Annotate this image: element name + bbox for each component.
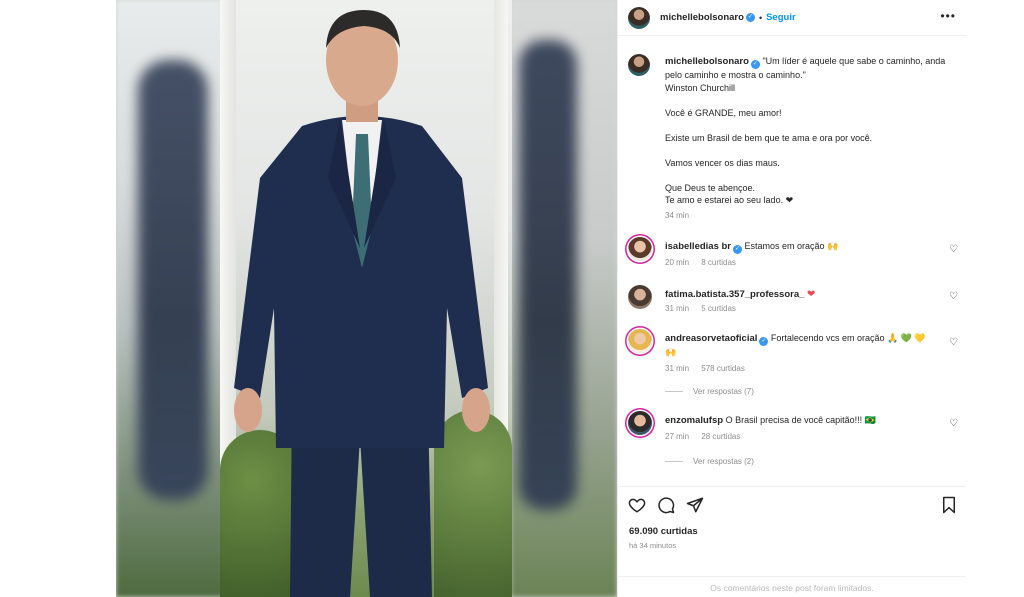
comment-time: 27 min xyxy=(665,432,690,441)
likes-count[interactable]: 69.090 curtidas xyxy=(629,526,698,537)
verified-icon: ✓ xyxy=(733,245,743,254)
caption-line: Que Deus te abençoe. xyxy=(665,182,756,193)
save-icon[interactable] xyxy=(940,496,958,514)
commenter-avatar[interactable] xyxy=(628,237,652,261)
verified-icon: ✓ xyxy=(750,60,760,69)
comment-body: isabelledias br ✓ Estamos em oração 🙌 xyxy=(665,240,935,254)
view-replies-label[interactable]: Ver respostas (2) xyxy=(693,457,754,466)
comment-like-heart-icon[interactable]: ♡ xyxy=(949,418,958,429)
caption-time: 34 min xyxy=(665,210,690,220)
photo-blur-left xyxy=(116,0,226,597)
comment-meta: 31 min 578 curtidas xyxy=(665,364,755,373)
man-in-suit-figure xyxy=(234,10,490,597)
commenter-avatar[interactable] xyxy=(628,285,652,309)
comment-likes[interactable]: 28 curtidas xyxy=(701,432,740,441)
caption-line: Te amo e estarei ao seu lado. ❤ xyxy=(665,195,794,205)
post-side-panel: michellebolsonaro ✓ • Seguir ••• michell… xyxy=(617,0,966,597)
commenter-username[interactable]: fatima.batista.357_professora_ xyxy=(665,289,804,300)
follow-button[interactable]: Seguir xyxy=(766,12,796,23)
view-replies-button[interactable]: Ver respostas (7) xyxy=(665,387,754,396)
more-options-icon[interactable]: ••• xyxy=(940,10,956,22)
commenter-avatar[interactable] xyxy=(628,329,652,353)
verified-icon: ✓ xyxy=(745,13,755,22)
comment-like-heart-icon[interactable]: ♡ xyxy=(949,291,958,302)
comment-likes[interactable]: 8 curtidas xyxy=(701,258,736,267)
comments-limited-notice: Os comentários neste post foram limitado… xyxy=(618,576,966,593)
comment-like-heart-icon[interactable]: ♡ xyxy=(949,244,958,255)
verified-icon: ✓ xyxy=(759,337,769,346)
view-replies-button[interactable]: Ver respostas (2) xyxy=(665,457,754,466)
caption-author-avatar[interactable] xyxy=(628,54,650,76)
commenter-username[interactable]: isabelledias br xyxy=(665,241,731,252)
view-replies-label[interactable]: Ver respostas (7) xyxy=(693,387,754,396)
replies-line xyxy=(665,391,683,392)
comment-meta: 27 min 28 curtidas xyxy=(665,432,750,441)
like-icon[interactable] xyxy=(628,496,646,514)
separator-dot: • xyxy=(758,12,763,23)
comment-likes[interactable]: 578 curtidas xyxy=(701,364,745,373)
photo-blur-right xyxy=(511,0,617,597)
comment-body: fatima.batista.357_professora_ ❤ xyxy=(665,288,935,301)
caption-author-username[interactable]: michellebolsonaro xyxy=(665,56,749,67)
post-actions: 69.090 curtidas há 34 minutos Os comentá… xyxy=(618,486,966,597)
caption-line: Existe um Brasil de bem que te ama e ora… xyxy=(665,132,873,143)
action-icons xyxy=(628,496,704,514)
comment-meta: 20 min 8 curtidas xyxy=(665,258,746,267)
replies-line xyxy=(665,461,683,462)
commenter-avatar[interactable] xyxy=(628,411,652,435)
author-username[interactable]: michellebolsonaro xyxy=(660,12,744,23)
comment-time: 31 min xyxy=(665,364,690,373)
comment-text: ❤ xyxy=(806,289,816,300)
comment-icon[interactable] xyxy=(657,496,675,514)
caption-line: Você é GRANDE, meu amor! xyxy=(665,107,782,118)
author-avatar[interactable] xyxy=(628,6,650,29)
comment-like-heart-icon[interactable]: ♡ xyxy=(949,337,958,348)
comment-body: enzomalufsp O Brasil precisa de você cap… xyxy=(665,414,935,427)
commenter-username[interactable]: enzomalufsp xyxy=(665,415,723,426)
comments-scroll-area[interactable]: michellebolsonaro ✓ "Um líder é aquele qu… xyxy=(618,44,966,486)
comment-text: Estamos em oração 🙌 xyxy=(744,241,839,251)
caption-line: Winston Churchill xyxy=(665,82,736,93)
instagram-post-view: michellebolsonaro ✓ • Seguir ••• michell… xyxy=(0,0,1024,597)
commenter-username[interactable]: andreasorvetaoficial xyxy=(665,333,757,344)
comment-time: 31 min xyxy=(665,304,690,313)
comment-body: andreasorvetaoficial ✓ Fortalecendo vcs e… xyxy=(665,332,935,359)
comment-likes[interactable]: 5 curtidas xyxy=(701,304,736,313)
post-header: michellebolsonaro ✓ • Seguir ••• xyxy=(618,0,966,36)
comment-text: O Brasil precisa de você capitão!!! 🇧🇷 xyxy=(725,415,876,425)
comment-time: 20 min xyxy=(665,258,690,267)
post-timestamp[interactable]: há 34 minutos xyxy=(629,541,676,550)
caption-text: michellebolsonaro ✓ "Um líder é aquele qu… xyxy=(665,55,960,222)
comment-meta: 31 min 5 curtidas xyxy=(665,304,746,313)
caption-line: Vamos vencer os dias maus. xyxy=(665,157,780,168)
share-icon[interactable] xyxy=(686,496,704,514)
